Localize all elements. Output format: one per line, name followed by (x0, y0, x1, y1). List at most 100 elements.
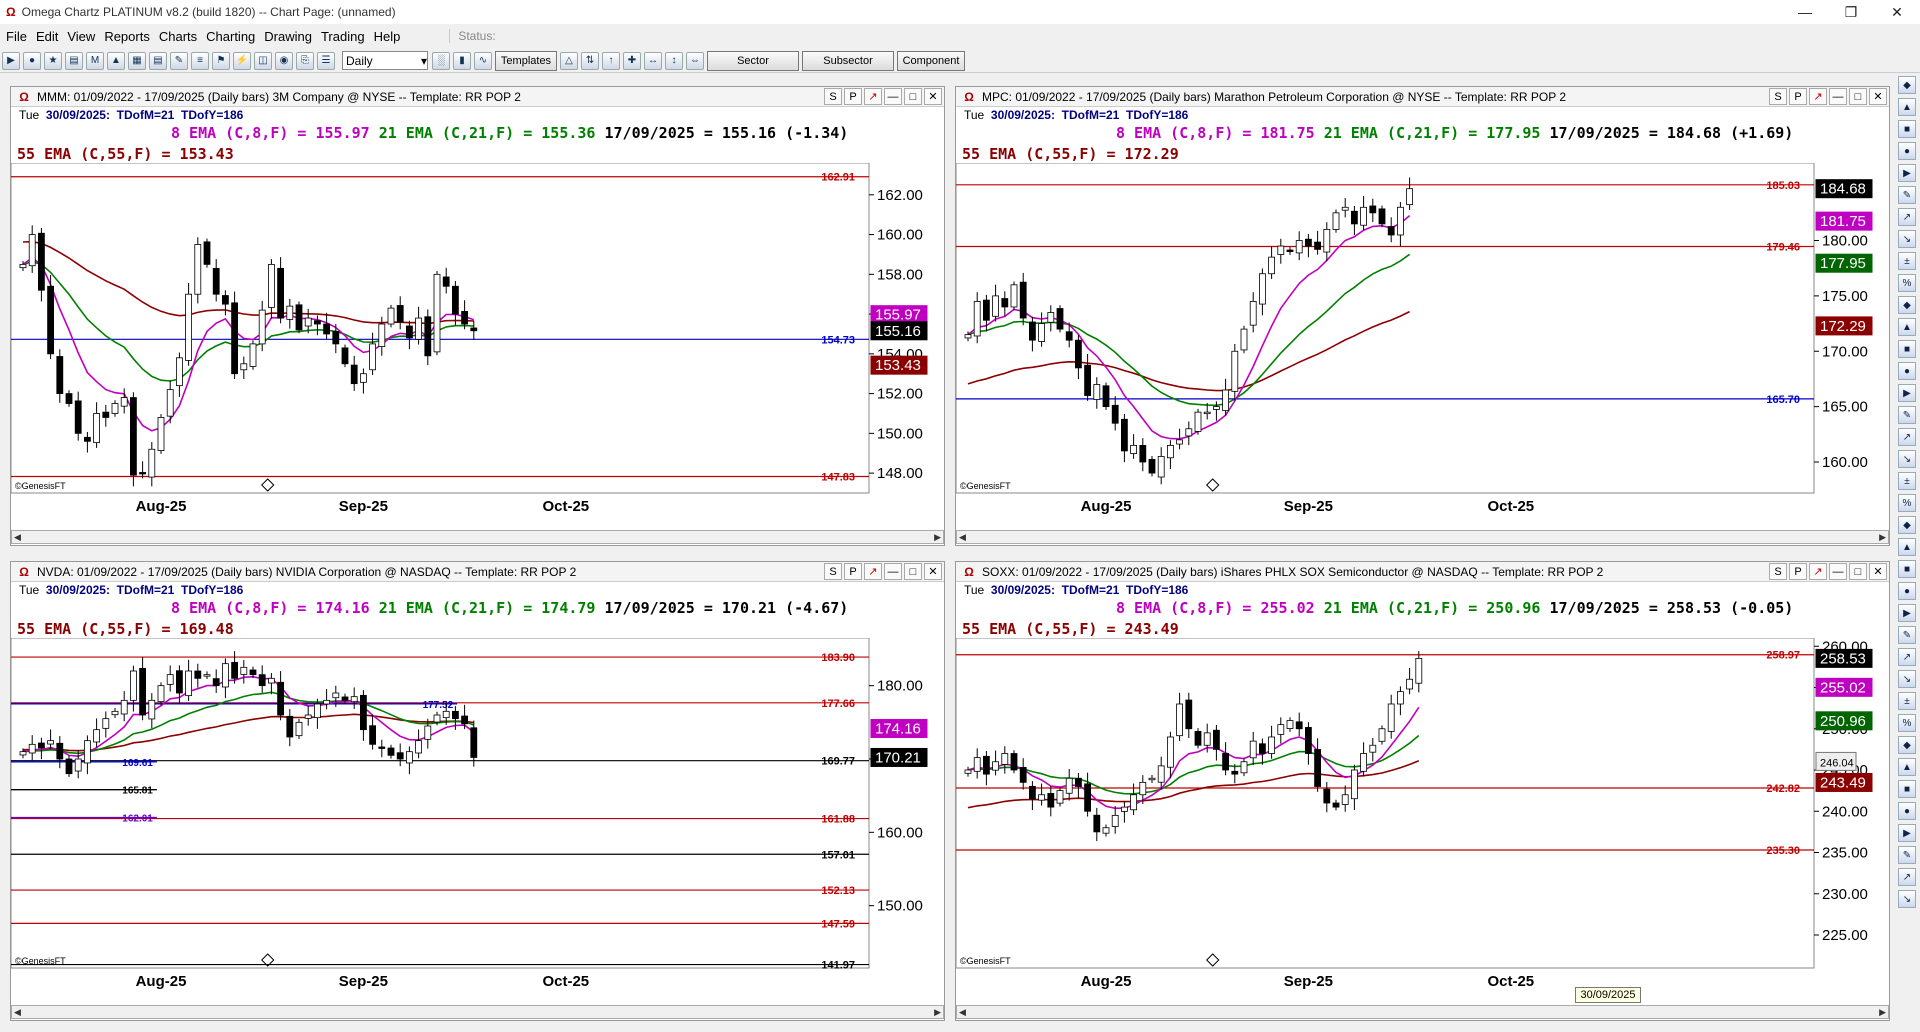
fib-icon[interactable]: ↗ (1898, 208, 1916, 226)
close-button[interactable]: ✕ (1874, 0, 1920, 24)
price-chart[interactable]: 185.03 179.46 165.70 160.00 165.00 170.00 175.… (956, 163, 1889, 528)
pencil-icon[interactable]: ✎ (170, 51, 188, 70)
scroll-right-icon[interactable]: ▶ (934, 532, 941, 543)
stretch-icon[interactable]: ↔ (644, 51, 662, 70)
menu-charts[interactable]: Charts (159, 29, 197, 44)
settings-icon[interactable]: % (1898, 714, 1916, 732)
monitor-icon[interactable]: ● (1898, 142, 1916, 160)
price-chart[interactable]: 183.90 177.66 169.77 161.88 157.01 152.13 147.… (11, 638, 944, 1003)
subsector-button[interactable]: Subsector (802, 50, 894, 71)
print-p-button[interactable]: P (844, 563, 862, 580)
text-icon[interactable]: ▲ (1898, 318, 1916, 336)
lock-icon[interactable]: ◆ (1898, 736, 1916, 754)
box-icon[interactable]: ✎ (1898, 846, 1916, 864)
scroll-left-icon[interactable]: ◀ (14, 1007, 21, 1018)
lightning-icon[interactable]: ⚡ (233, 51, 251, 70)
grid-icon[interactable]: ± (1898, 692, 1916, 710)
compress-icon[interactable]: ⇔ (686, 51, 704, 70)
regression-icon[interactable]: % (1898, 494, 1916, 512)
vline-icon[interactable]: ● (1898, 582, 1916, 600)
link-icon[interactable]: ↗ (1809, 88, 1827, 105)
trophy-icon[interactable]: ★ (44, 51, 62, 70)
settings-s-button[interactable]: S (824, 88, 842, 105)
arrow-icon[interactable]: ◆ (1898, 296, 1916, 314)
hline-icon[interactable]: ■ (1898, 560, 1916, 578)
line-icon[interactable]: ▶ (1898, 164, 1916, 182)
percent-icon[interactable]: ↘ (1898, 450, 1916, 468)
gann-icon[interactable]: ● (1898, 362, 1916, 380)
minimize-panel-button[interactable]: — (884, 563, 902, 580)
period-select[interactable]: Daily ▾ (342, 51, 428, 70)
angle-icon[interactable]: ▶ (1898, 824, 1916, 842)
settings-s-button[interactable]: S (1769, 563, 1787, 580)
select-icon[interactable]: ◆ (1898, 76, 1916, 94)
disk-icon[interactable]: ◉ (275, 51, 293, 70)
scroll-right-icon[interactable]: ▶ (934, 1007, 941, 1018)
maximize-panel-button[interactable]: □ (904, 88, 922, 105)
circle-icon[interactable]: ▶ (1898, 384, 1916, 402)
menu-help[interactable]: Help (374, 29, 401, 44)
minimize-button[interactable]: — (1782, 0, 1828, 24)
layers-icon[interactable]: ↘ (1898, 670, 1916, 688)
range-icon[interactable]: ↗ (1898, 428, 1916, 446)
scale-icon[interactable]: ⇅ (581, 51, 599, 70)
trend-icon[interactable]: ▲ (1898, 758, 1916, 776)
sort-icon[interactable]: ↑ (602, 51, 620, 70)
mail-icon[interactable]: M (86, 51, 104, 70)
scroll-left-icon[interactable]: ◀ (14, 532, 21, 543)
menu-drawing[interactable]: Drawing (264, 29, 312, 44)
marker-icon[interactable]: ↘ (1898, 890, 1916, 908)
horizontal-scrollbar[interactable]: ◀ ▶ (11, 1005, 944, 1019)
shrink-icon[interactable]: ↕ (665, 51, 683, 70)
table-icon[interactable]: ▤ (149, 51, 167, 70)
price-chart[interactable]: 162.91154.73147.83 148.00150.00152.00154.… (11, 163, 944, 528)
maximize-panel-button[interactable]: □ (1849, 88, 1867, 105)
traffic-light-icon[interactable]: ● (23, 51, 41, 70)
candle-icon[interactable]: ▮ (453, 51, 471, 70)
zoom-out-icon[interactable]: ■ (1898, 120, 1916, 138)
print-p-button[interactable]: P (844, 88, 862, 105)
scan-icon[interactable]: ▤ (65, 51, 83, 70)
settings-s-button[interactable]: S (1769, 88, 1787, 105)
hist-icon[interactable]: ■ (1898, 780, 1916, 798)
maximize-panel-button[interactable]: □ (1849, 563, 1867, 580)
flag-icon[interactable]: ⚑ (212, 51, 230, 70)
grid-icon[interactable]: ▦ (128, 51, 146, 70)
minimize-panel-button[interactable]: — (1829, 563, 1847, 580)
templates-button[interactable]: Templates (495, 50, 557, 71)
eraser-icon[interactable]: ✎ (1898, 626, 1916, 644)
maximize-panel-button[interactable]: □ (904, 563, 922, 580)
alert-icon[interactable]: ■ (1898, 340, 1916, 358)
minimize-panel-button[interactable]: — (884, 88, 902, 105)
curve-icon[interactable]: ● (1898, 802, 1916, 820)
restore-button[interactable]: ❐ (1828, 0, 1874, 24)
line-chart-icon[interactable]: ∿ (474, 51, 492, 70)
menu-charting[interactable]: Charting (206, 29, 255, 44)
network-icon[interactable]: △ (560, 51, 578, 70)
fan-icon[interactable]: ▶ (1898, 604, 1916, 622)
horizontal-scrollbar[interactable]: ◀ ▶ (956, 530, 1889, 544)
ray-icon[interactable]: ✎ (1898, 186, 1916, 204)
chart-icon[interactable]: ▲ (107, 51, 125, 70)
pointer-icon[interactable]: ▶ (2, 51, 20, 70)
report-icon[interactable]: ☰ (317, 51, 335, 70)
scroll-left-icon[interactable]: ◀ (959, 532, 966, 543)
printer-icon[interactable]: ⎘ (296, 51, 314, 70)
tick-icon[interactable]: ↗ (1898, 868, 1916, 886)
close-panel-button[interactable]: ✕ (1869, 88, 1887, 105)
menu-reports[interactable]: Reports (104, 29, 150, 44)
menu-file[interactable]: File (6, 29, 27, 44)
menu-view[interactable]: View (67, 29, 95, 44)
sector-button[interactable]: Sector (707, 50, 799, 71)
close-panel-button[interactable]: ✕ (924, 88, 942, 105)
channel-icon[interactable]: % (1898, 274, 1916, 292)
pitchfork-icon[interactable]: ◆ (1898, 516, 1916, 534)
link-icon[interactable]: ↗ (864, 563, 882, 580)
horizontal-scrollbar[interactable]: ◀ ▶ (956, 1005, 1889, 1019)
settings-s-button[interactable]: S (824, 563, 842, 580)
bar-chart-icon[interactable]: ░ (432, 51, 450, 70)
scroll-right-icon[interactable]: ▶ (1879, 532, 1886, 543)
scroll-right-icon[interactable]: ▶ (1879, 1007, 1886, 1018)
zoom-in-icon[interactable]: ▲ (1898, 98, 1916, 116)
close-panel-button[interactable]: ✕ (924, 563, 942, 580)
